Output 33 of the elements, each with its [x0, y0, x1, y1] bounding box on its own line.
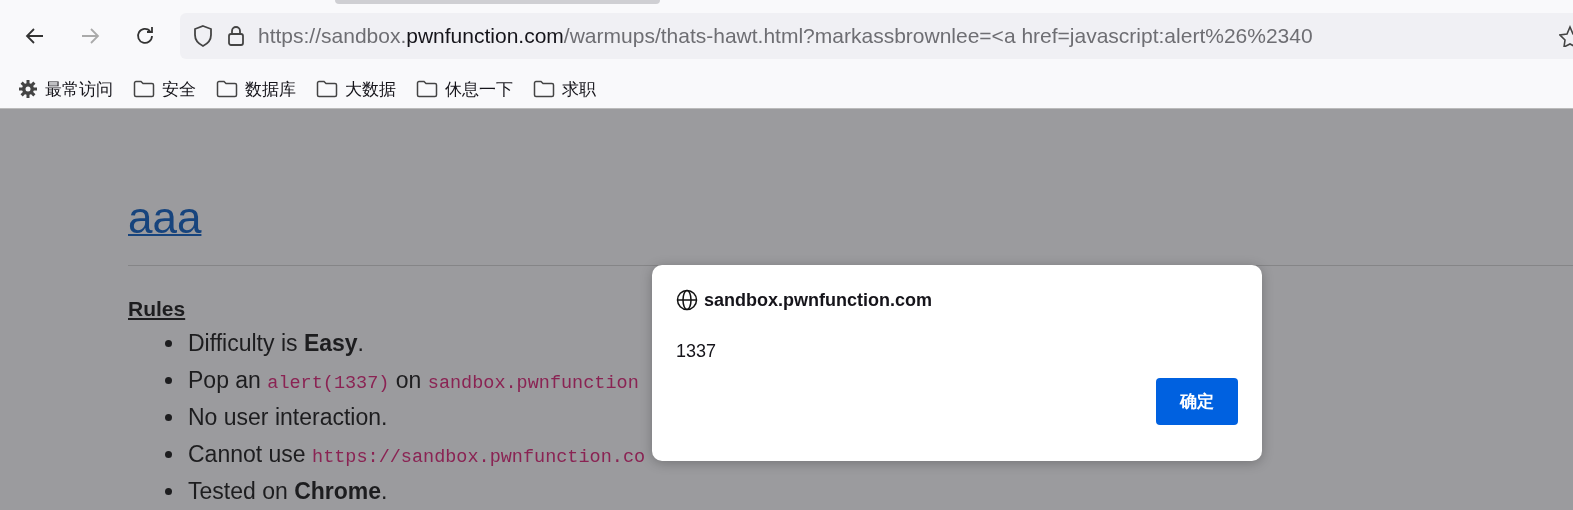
- bullet-icon: [165, 414, 172, 421]
- bullet-icon: [165, 340, 172, 347]
- star-icon[interactable]: [1559, 25, 1573, 47]
- bookmark-item[interactable]: 休息一下: [416, 77, 513, 101]
- folder-icon: [416, 80, 438, 98]
- rule-text: Difficulty is Easy.: [188, 330, 364, 357]
- folder-icon: [316, 80, 338, 98]
- shield-icon[interactable]: [192, 24, 214, 48]
- bookmark-item[interactable]: 大数据: [316, 77, 396, 101]
- rule-text: Pop an alert(1337) on sandbox.pwnfunction: [188, 367, 639, 394]
- bookmark-item[interactable]: 求职: [533, 77, 596, 101]
- folder-icon: [216, 80, 238, 98]
- dialog-origin: sandbox.pwnfunction.com: [704, 289, 932, 311]
- folder-icon: [133, 80, 155, 98]
- bullet-icon: [165, 451, 172, 458]
- page-title-link[interactable]: aaa: [128, 193, 202, 243]
- url-text: https://sandbox.pwnfunction.com/warmups/thats-hawt.html?markassbrownlee=<a href=javascript:alert%26%2340: [258, 24, 1313, 48]
- folder-icon: [533, 80, 555, 98]
- bookmark-item[interactable]: 安全: [133, 77, 196, 101]
- bullet-icon: [165, 488, 172, 495]
- section-heading: Rules: [128, 297, 186, 321]
- rule-text: Tested on Chrome.: [188, 478, 388, 505]
- rule-text: No user interaction.: [188, 404, 388, 431]
- gear-icon: [18, 79, 38, 99]
- globe-icon: [676, 289, 698, 311]
- address-bar[interactable]: https://sandbox.pwnfunction.com/warmups/thats-hawt.html?markassbrownlee=<a href=javascript:alert%26%2340: [180, 13, 1573, 59]
- dialog-message: 1337: [676, 341, 718, 362]
- ok-button[interactable]: 确定: [1156, 378, 1238, 425]
- lock-icon[interactable]: [226, 24, 246, 48]
- bookmark-item[interactable]: 最常访问: [18, 77, 113, 101]
- rule-text: Cannot use https://sandbox.pwnfunction.co: [188, 441, 646, 468]
- bookmark-item[interactable]: 数据库: [216, 77, 296, 101]
- bullet-icon: [165, 377, 172, 384]
